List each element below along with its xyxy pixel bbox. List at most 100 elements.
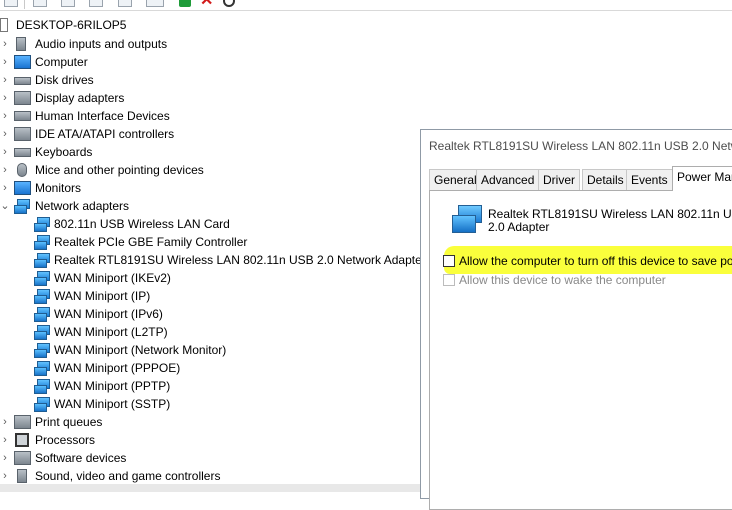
computer-icon: [0, 18, 8, 32]
tree-item-processors[interactable]: › Processors: [0, 431, 200, 449]
list-item-label: WAN Miniport (IPv6): [54, 307, 163, 321]
enable-device-icon[interactable]: [179, 0, 191, 7]
chevron-right-icon[interactable]: ›: [0, 107, 10, 125]
sheet-icon[interactable]: [89, 0, 103, 7]
toolbar-separator: [24, 0, 25, 9]
tab-driver[interactable]: Driver: [538, 169, 580, 190]
list-item[interactable]: 802.11n USB Wireless LAN Card: [0, 215, 420, 233]
network-adapter-icon: [34, 271, 50, 286]
chevron-right-icon[interactable]: ›: [0, 413, 10, 431]
speaker-icon: [16, 37, 26, 51]
list-item-label: WAN Miniport (IP): [54, 289, 151, 303]
tree-item-label: Human Interface Devices: [35, 109, 170, 123]
list-item[interactable]: WAN Miniport (SSTP): [0, 395, 420, 413]
list-item-label: WAN Miniport (PPTP): [54, 379, 171, 393]
tab-details[interactable]: Details: [582, 169, 629, 190]
processor-icon: [15, 433, 29, 447]
list-item[interactable]: WAN Miniport (PPTP): [0, 377, 420, 395]
scan-icon[interactable]: [118, 0, 132, 7]
list-item-label: WAN Miniport (SSTP): [54, 397, 171, 411]
tree-item-ide[interactable]: › IDE ATA/ATAPI controllers: [0, 125, 200, 143]
tab-general[interactable]: General: [429, 169, 482, 190]
network-adapter-icon: [452, 205, 484, 235]
properties-icon[interactable]: [33, 0, 47, 7]
remove-icon[interactable]: ✕: [200, 0, 213, 9]
tree-item-label: Monitors: [35, 181, 82, 195]
tree-item-label: Keyboards: [35, 145, 93, 159]
tab-advanced[interactable]: Advanced: [476, 169, 540, 190]
tree-item-network-adapters[interactable]: ⌄ Network adapters: [0, 197, 200, 215]
list-item[interactable]: Realtek RTL8191SU Wireless LAN 802.11n U…: [0, 251, 426, 269]
list-item-label: WAN Miniport (IKEv2): [54, 271, 171, 285]
tree-item-display-adapters[interactable]: › Display adapters: [0, 89, 200, 107]
help-icon[interactable]: [61, 0, 75, 7]
chevron-right-icon[interactable]: ›: [0, 143, 10, 161]
display-adapter-icon: [14, 91, 31, 105]
network-adapter-icon: [34, 397, 50, 412]
chevron-right-icon[interactable]: ›: [0, 449, 10, 467]
tree-item-hid[interactable]: › Human Interface Devices: [0, 107, 200, 125]
network-adapter-icon: [34, 343, 50, 358]
printer-icon: [14, 415, 31, 429]
tree-item-disk-drives[interactable]: › Disk drives: [0, 71, 200, 89]
tree-item-software-devices[interactable]: › Software devices: [0, 449, 200, 467]
wake-computer-label: Allow this device to wake the computer: [459, 273, 666, 287]
turn-off-to-save-power-checkbox[interactable]: [443, 255, 455, 267]
network-adapter-icon: [34, 217, 50, 232]
list-item[interactable]: WAN Miniport (PPPOE): [0, 359, 420, 377]
list-item[interactable]: WAN Miniport (IKEv2): [0, 269, 420, 287]
properties-dialog: Realtek RTL8191SU Wireless LAN 802.11n U…: [420, 129, 732, 510]
network-adapter-icon: [34, 289, 50, 304]
chevron-right-icon[interactable]: ›: [0, 71, 10, 89]
chevron-right-icon[interactable]: ›: [0, 179, 10, 197]
list-item-label: WAN Miniport (L2TP): [54, 325, 168, 339]
tree-item-label: Mice and other pointing devices: [35, 163, 204, 177]
download-icon[interactable]: [223, 0, 235, 7]
tree-item-label: Disk drives: [35, 73, 94, 87]
tree-item-sound[interactable]: › Sound, video and game controllers: [0, 467, 260, 485]
network-adapter-icon: [34, 235, 50, 250]
software-icon: [14, 451, 31, 465]
chevron-right-icon[interactable]: ›: [0, 53, 10, 71]
list-item[interactable]: Realtek PCIe GBE Family Controller: [0, 233, 420, 251]
list-item-label: Realtek PCIe GBE Family Controller: [54, 235, 248, 249]
wake-computer-checkbox: [443, 274, 455, 286]
back-icon[interactable]: [4, 0, 18, 7]
tree-item-label: Processors: [35, 433, 96, 447]
chevron-right-icon[interactable]: ›: [0, 467, 10, 485]
network-adapter-icon: [34, 307, 50, 322]
tree-item-computer[interactable]: › Computer: [0, 53, 200, 71]
list-item[interactable]: WAN Miniport (L2TP): [0, 323, 420, 341]
tree-item-monitors[interactable]: › Monitors: [0, 179, 200, 197]
list-item-label: Realtek RTL8191SU Wireless LAN 802.11n U…: [54, 253, 426, 267]
tree-item-keyboards[interactable]: › Keyboards: [0, 143, 200, 161]
tab-power-management[interactable]: Power Mana: [672, 166, 732, 191]
turn-off-to-save-power-label[interactable]: Allow the computer to turn off this devi…: [459, 254, 732, 268]
tree-item-label: Network adapters: [35, 199, 130, 213]
network-icon: [14, 199, 30, 214]
chevron-right-icon[interactable]: ›: [0, 89, 10, 107]
tab-events[interactable]: Events: [626, 169, 673, 190]
list-item[interactable]: WAN Miniport (IPv6): [0, 305, 420, 323]
list-item[interactable]: WAN Miniport (IP): [0, 287, 420, 305]
monitor-icon: [14, 181, 31, 195]
chevron-down-icon[interactable]: ⌄: [0, 197, 10, 215]
tree-item-audio[interactable]: › Audio inputs and outputs: [0, 35, 200, 53]
chevron-right-icon[interactable]: ›: [0, 125, 10, 143]
device-name: Realtek RTL8191SU Wireless LAN 802.11n U…: [488, 207, 732, 234]
chevron-right-icon[interactable]: ›: [0, 431, 10, 449]
tree-item-label: Display adapters: [35, 91, 125, 105]
tree-item-mice[interactable]: › Mice and other pointing devices: [0, 161, 220, 179]
tree-item-print-queues[interactable]: › Print queues: [0, 413, 200, 431]
disk-icon: [14, 77, 31, 85]
horizontal-scrollbar[interactable]: [0, 484, 420, 492]
mouse-icon: [17, 163, 27, 177]
tree-item-label: Sound, video and game controllers: [35, 469, 221, 483]
chevron-right-icon[interactable]: ›: [0, 161, 10, 179]
list-item-label: 802.11n USB Wireless LAN Card: [54, 217, 230, 231]
tree-item-label: Audio inputs and outputs: [35, 37, 168, 51]
update-driver-icon[interactable]: [146, 0, 164, 7]
hid-icon: [14, 111, 31, 121]
list-item[interactable]: WAN Miniport (Network Monitor): [0, 341, 420, 359]
chevron-right-icon[interactable]: ›: [0, 35, 10, 53]
